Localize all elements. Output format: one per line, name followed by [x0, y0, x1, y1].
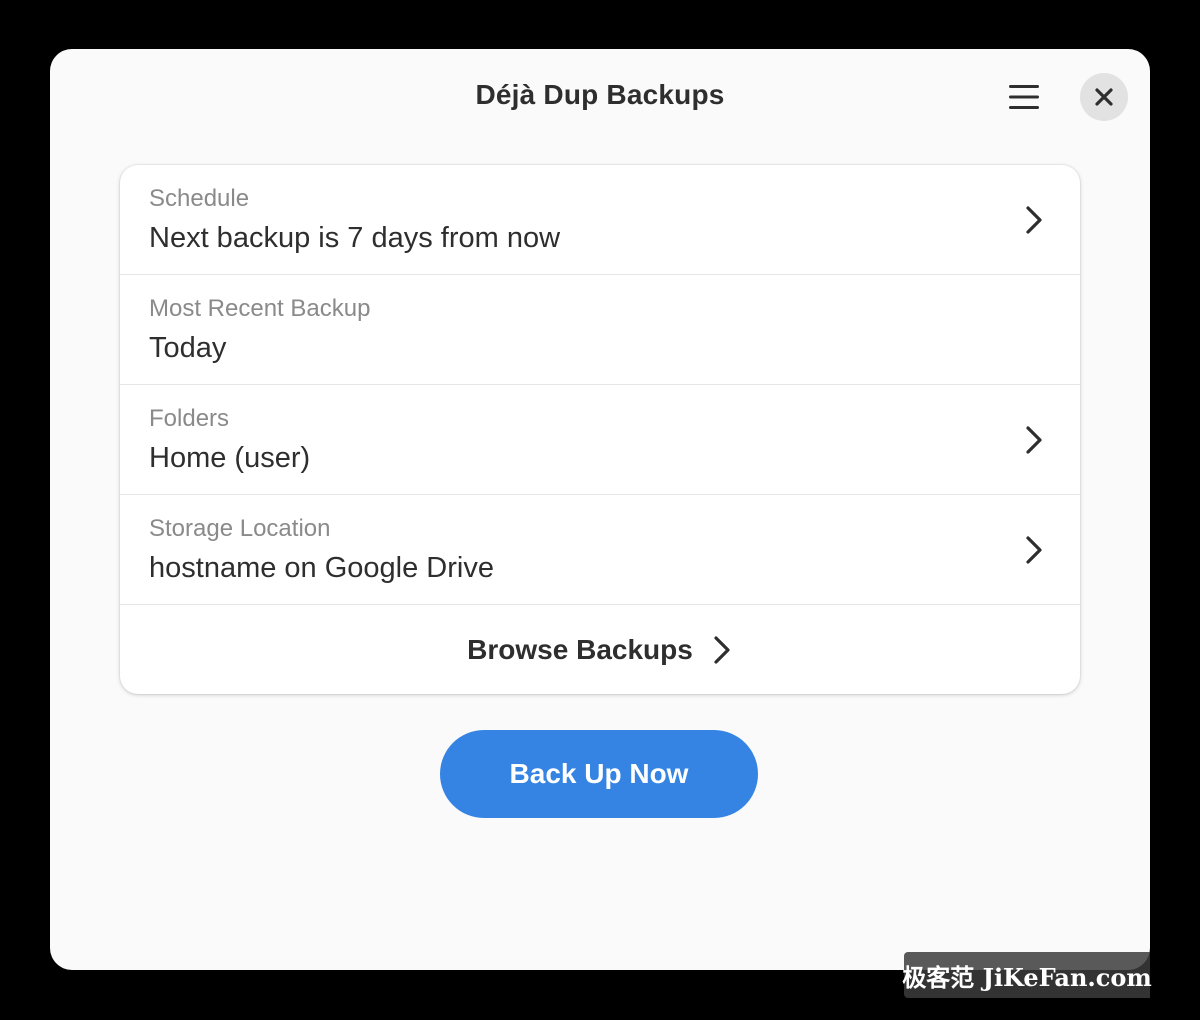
- most-recent-backup-row: Most Recent Backup Today: [120, 275, 1080, 385]
- schedule-title: Next backup is 7 days from now: [149, 222, 561, 254]
- hamburger-menu-icon: [1009, 85, 1039, 109]
- back-up-now-button[interactable]: Back Up Now: [440, 730, 758, 818]
- close-button[interactable]: [1080, 73, 1128, 121]
- backup-settings-list: Schedule Next backup is 7 days from now …: [120, 165, 1080, 694]
- folders-subtitle: Folders: [149, 405, 230, 432]
- chevron-right-icon: [711, 634, 733, 666]
- chevron-right-icon: [1022, 424, 1046, 456]
- schedule-row[interactable]: Schedule Next backup is 7 days from now: [120, 165, 1080, 275]
- schedule-subtitle: Schedule: [149, 185, 250, 212]
- folders-row[interactable]: Folders Home (user): [120, 385, 1080, 495]
- most-recent-backup-subtitle: Most Recent Backup: [149, 295, 371, 322]
- storage-location-row[interactable]: Storage Location hostname on Google Driv…: [120, 495, 1080, 605]
- browse-backups-label: Browse Backups: [467, 633, 693, 665]
- header-bar: Déjà Dup Backups: [50, 49, 1150, 145]
- most-recent-backup-title: Today: [149, 332, 227, 364]
- main-menu-button[interactable]: [1000, 75, 1048, 119]
- storage-location-subtitle: Storage Location: [149, 515, 331, 542]
- window-title: Déjà Dup Backups: [475, 79, 725, 110]
- close-icon: [1095, 88, 1113, 106]
- app-window: Déjà Dup Backups Schedule Next backup is…: [50, 49, 1150, 970]
- chevron-right-icon: [1022, 534, 1046, 566]
- storage-location-title: hostname on Google Drive: [149, 552, 494, 584]
- watermark: 极客范 JiKeFan.com: [902, 952, 1152, 998]
- browse-backups-button[interactable]: Browse Backups: [120, 605, 1080, 694]
- folders-title: Home (user): [149, 442, 311, 474]
- chevron-right-icon: [1022, 204, 1046, 236]
